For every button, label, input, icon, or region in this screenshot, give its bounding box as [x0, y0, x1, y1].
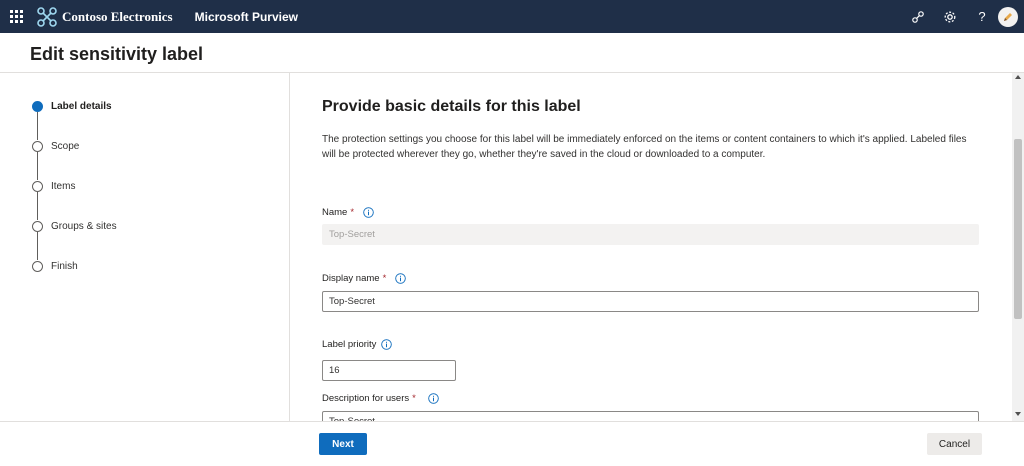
next-button[interactable]: Next	[319, 433, 367, 455]
step-label: Items	[51, 181, 76, 192]
name-label-text: Name	[322, 207, 348, 218]
description-for-users-input[interactable]: Top-Secret	[322, 411, 979, 421]
step-indicator-active	[32, 101, 43, 112]
required-marker: *	[382, 273, 387, 284]
step-indicator	[32, 141, 43, 152]
step-indicator	[32, 181, 43, 192]
required-marker: *	[412, 393, 416, 404]
label-priority-label: Label priority	[322, 339, 393, 350]
step-label: Label details	[51, 101, 112, 112]
label-priority-input[interactable]: 16	[322, 360, 456, 381]
display-name-label-text: Display name	[322, 273, 380, 284]
top-bar: Contoso Electronics Microsoft Purview ?	[0, 0, 1024, 33]
section-description: The protection settings you choose for t…	[322, 134, 967, 160]
info-icon[interactable]	[395, 273, 407, 284]
step-items[interactable]: Items	[32, 181, 75, 192]
step-scope[interactable]: Scope	[32, 141, 79, 152]
step-indicator	[32, 261, 43, 272]
display-name-input[interactable]: Top-Secret	[322, 291, 979, 312]
info-icon[interactable]	[363, 207, 374, 218]
waffle-icon[interactable]	[0, 0, 32, 33]
step-connector	[37, 232, 38, 260]
description-for-users-label-text: Description for users	[322, 393, 410, 404]
required-marker: *	[350, 207, 355, 218]
step-label-details[interactable]: Label details	[32, 101, 112, 112]
step-groups-sites[interactable]: Groups & sites	[32, 221, 117, 232]
info-icon[interactable]	[381, 339, 393, 350]
footer-bar: Next Cancel	[0, 421, 1024, 466]
avatar[interactable]	[998, 6, 1018, 27]
display-name-label: Display name *	[322, 273, 407, 284]
gear-icon[interactable]	[934, 0, 966, 33]
step-connector	[37, 152, 38, 180]
step-label: Groups & sites	[51, 221, 117, 232]
step-label: Finish	[51, 261, 78, 272]
step-finish[interactable]: Finish	[32, 261, 78, 272]
share-icon[interactable]	[902, 0, 934, 33]
page-title: Edit sensitivity label	[30, 44, 204, 64]
scroll-down-icon[interactable]	[1015, 412, 1021, 416]
step-indicator	[32, 221, 43, 232]
cancel-button[interactable]: Cancel	[927, 433, 982, 455]
help-label: ?	[978, 9, 986, 24]
contoso-logo-icon	[37, 6, 57, 27]
name-label: Name *	[322, 207, 374, 218]
wizard-stepper: Label details Scope Items Groups & sites…	[0, 73, 290, 421]
step-connector	[37, 112, 38, 140]
section-heading: Provide basic details for this label	[322, 98, 581, 115]
scroll-up-icon[interactable]	[1015, 75, 1021, 79]
scrollbar[interactable]	[1012, 73, 1024, 421]
info-icon[interactable]	[428, 393, 439, 404]
step-connector	[37, 192, 38, 220]
help-icon[interactable]: ?	[966, 0, 998, 33]
step-label: Scope	[51, 141, 80, 152]
name-input[interactable]: Top-Secret	[322, 224, 979, 245]
app-name[interactable]: Microsoft Purview	[195, 10, 298, 24]
label-priority-label-text: Label priority	[322, 339, 377, 350]
org-name[interactable]: Contoso Electronics	[62, 9, 173, 25]
scroll-thumb[interactable]	[1014, 139, 1022, 319]
description-for-users-label: Description for users *	[322, 393, 439, 404]
pencil-icon	[1004, 12, 1012, 21]
main-content: Provide basic details for this label The…	[291, 73, 1012, 421]
